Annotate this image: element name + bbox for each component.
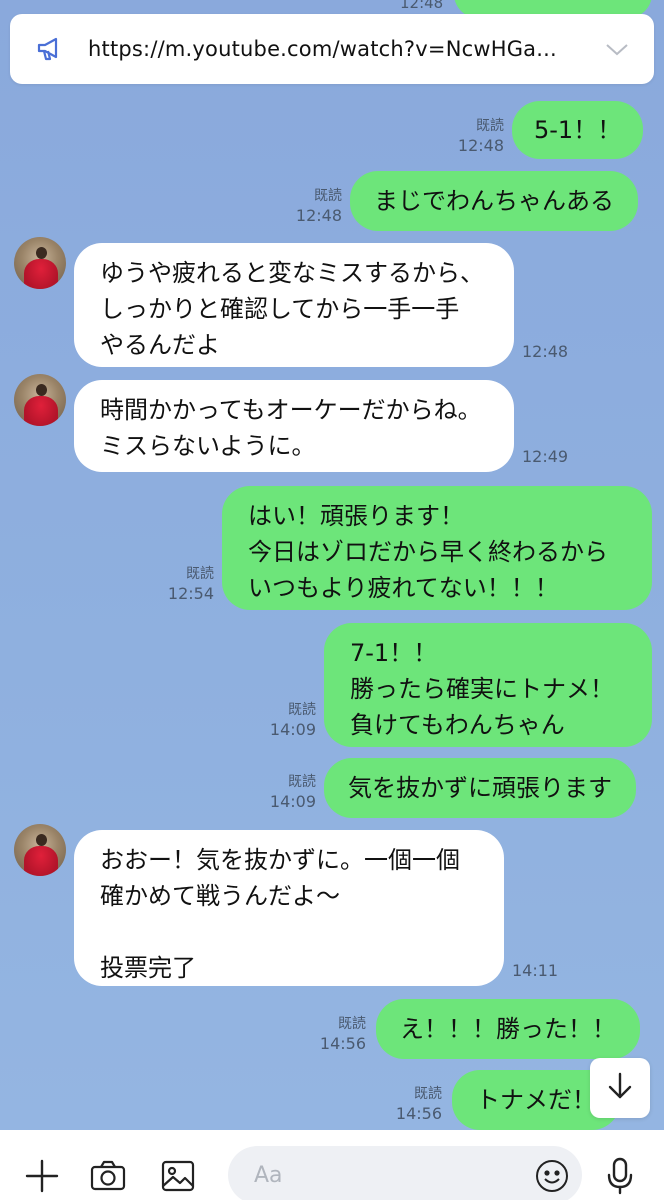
message-bubble-theirs[interactable]: ゆうや疲れると変なミスするから、 しっかりと確認してから一手一手 やるんだよ <box>74 243 514 367</box>
message-meta: 既読 14:09 <box>260 772 316 812</box>
message-bubble-mine[interactable]: 7-1！！ 勝ったら確実にトナメ！ 負けてもわんちゃん <box>324 623 652 747</box>
avatar[interactable] <box>14 824 66 876</box>
message-input[interactable] <box>228 1146 582 1200</box>
message-bubble-mine[interactable]: え！！！勝った！！ <box>376 999 640 1059</box>
message-bubble-mine[interactable]: はい！頑張ります！ 今日はゾロだから早く終わるから いつもより疲れてない！！！ <box>222 486 652 610</box>
plus-icon[interactable] <box>22 1156 62 1196</box>
chevron-down-icon[interactable] <box>600 32 634 66</box>
chat-area[interactable]: 12:48 https://m.youtube.com/watch?v=NcwH… <box>0 0 664 1130</box>
message-bubble-mine[interactable]: 5-1！！ <box>512 101 644 159</box>
read-receipt: 既読 <box>414 1086 442 1102</box>
announcement-bar[interactable]: https://m.youtube.com/watch?v=NcwHGa... <box>10 14 654 84</box>
message-time: 14:11 <box>512 961 559 980</box>
message-meta: 既読 14:09 <box>260 700 316 740</box>
message-time: 12:49 <box>522 447 569 466</box>
avatar[interactable] <box>14 237 66 289</box>
message-time: 12:48 <box>295 206 342 225</box>
arrow-down-icon <box>607 1071 633 1105</box>
announcement-url[interactable]: https://m.youtube.com/watch?v=NcwHGa... <box>88 37 600 61</box>
read-receipt: 既読 <box>476 118 504 134</box>
message-meta: 既読 12:48 <box>286 186 342 226</box>
message-time-partial: 12:48 <box>400 0 444 12</box>
camera-icon[interactable] <box>88 1156 128 1196</box>
scroll-to-bottom-button[interactable] <box>590 1058 650 1118</box>
read-receipt: 既読 <box>314 188 342 204</box>
message-meta: 既読 14:56 <box>386 1084 442 1124</box>
message-meta: 既読 12:54 <box>158 564 214 604</box>
message-time: 12:48 <box>522 342 569 361</box>
message-time: 14:56 <box>319 1034 366 1053</box>
message-meta: 既読 12:48 <box>448 116 504 156</box>
message-bubble-theirs[interactable]: おおー！気を抜かずに。一個一個 確かめて戦うんだよ〜 投票完了 <box>74 830 504 986</box>
emoji-icon[interactable] <box>532 1156 572 1196</box>
message-bubble-theirs[interactable]: 時間かかってもオーケーだからね。 ミスらないように。 <box>74 380 514 472</box>
message-time: 14:09 <box>269 720 316 739</box>
read-receipt: 既読 <box>288 774 316 790</box>
message-time: 14:56 <box>395 1104 442 1123</box>
image-icon[interactable] <box>158 1156 198 1196</box>
read-receipt: 既読 <box>338 1016 366 1032</box>
read-receipt: 既読 <box>186 566 214 582</box>
message-time: 12:48 <box>457 136 504 155</box>
message-time: 12:54 <box>167 584 214 603</box>
message-composer <box>0 1130 664 1200</box>
message-meta: 既読 14:56 <box>310 1014 366 1054</box>
message-bubble-mine[interactable]: まじでわんちゃんある <box>350 171 638 231</box>
microphone-icon[interactable] <box>600 1154 640 1198</box>
message-time: 14:09 <box>269 792 316 811</box>
read-receipt: 既読 <box>288 702 316 718</box>
avatar[interactable] <box>14 374 66 426</box>
megaphone-icon <box>34 32 68 66</box>
message-bubble-mine[interactable]: 気を抜かずに頑張ります <box>324 758 636 818</box>
